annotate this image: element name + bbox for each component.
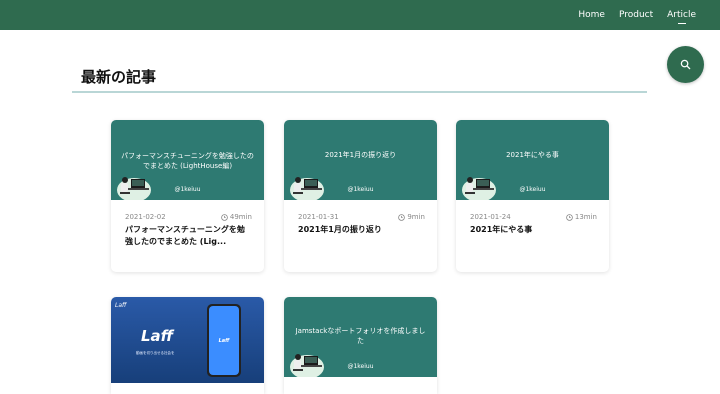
title-divider: [72, 91, 647, 93]
search-button[interactable]: [667, 46, 704, 83]
read-time-value: 13min: [574, 213, 597, 221]
clock-icon: [398, 213, 406, 221]
article-thumbnail: Jamstackなポートフォリオを作成しました @1keiuu: [284, 297, 437, 377]
article-meta: 2021-01-24 13min: [470, 213, 597, 221]
article-title[interactable]: 2021年にやる事: [470, 224, 597, 236]
desk-illustration-icon: [290, 354, 324, 377]
nav-article[interactable]: Article: [667, 10, 696, 20]
laff-logo: Laff: [141, 327, 174, 345]
article-card[interactable]: 2021年にやる事 @1keiuu 2021-01-24 13min 2021年…: [456, 120, 609, 272]
clock-icon: [566, 213, 573, 221]
nav-product[interactable]: Product: [619, 10, 653, 20]
article-card[interactable]: パフォーマンスチューニングを勉強したのでまとめた (LightHouse編) @…: [111, 120, 264, 272]
top-navbar: Home Product Article: [0, 0, 720, 30]
read-time: 13min: [566, 213, 597, 221]
clock-icon: [221, 213, 228, 221]
article-date: 2021-01-24: [470, 213, 511, 221]
article-card[interactable]: Laff Laff 動画を切り出せる社会を Laff: [111, 297, 264, 394]
article-title[interactable]: パフォーマンスチューニングを勉強したのでまとめた (Lig...: [125, 224, 252, 248]
desk-illustration-icon: [290, 177, 324, 200]
laff-logo-small: Laff: [115, 302, 127, 309]
phone-mockup: Laff: [207, 304, 241, 377]
article-meta: 2021-01-31 9min: [298, 213, 425, 221]
phone-screen: Laff: [209, 306, 239, 375]
article-card[interactable]: Jamstackなポートフォリオを作成しました @1keiuu: [284, 297, 437, 394]
main-nav: Home Product Article: [578, 0, 696, 30]
read-time: 9min: [398, 213, 425, 221]
desk-illustration-icon: [117, 177, 151, 200]
laff-caption: 動画を切り出せる社会を: [136, 351, 175, 355]
read-time: 49min: [221, 213, 252, 221]
read-time-value: 9min: [407, 213, 425, 221]
article-date: 2021-02-02: [125, 213, 166, 221]
article-date: 2021-01-31: [298, 213, 339, 221]
article-thumbnail: パフォーマンスチューニングを勉強したのでまとめた (LightHouse編) @…: [111, 120, 264, 200]
nav-home[interactable]: Home: [578, 10, 605, 20]
thumbnail-title: 2021年にやる事: [506, 151, 559, 159]
read-time-value: 49min: [229, 213, 252, 221]
article-card[interactable]: 2021年1月の振り返り @1keiuu 2021-01-31 9min 202…: [284, 120, 437, 272]
article-thumbnail: 2021年1月の振り返り @1keiuu: [284, 120, 437, 200]
article-thumbnail: Laff Laff 動画を切り出せる社会を Laff: [111, 297, 264, 383]
search-icon: [680, 59, 691, 70]
article-title[interactable]: 2021年1月の振り返り: [298, 224, 425, 236]
page-title: 最新の記事: [81, 68, 157, 86]
desk-illustration-icon: [462, 177, 496, 200]
article-meta: 2021-02-02 49min: [125, 213, 252, 221]
thumbnail-title: 2021年1月の振り返り: [324, 151, 397, 159]
article-thumbnail: 2021年にやる事 @1keiuu: [456, 120, 609, 200]
